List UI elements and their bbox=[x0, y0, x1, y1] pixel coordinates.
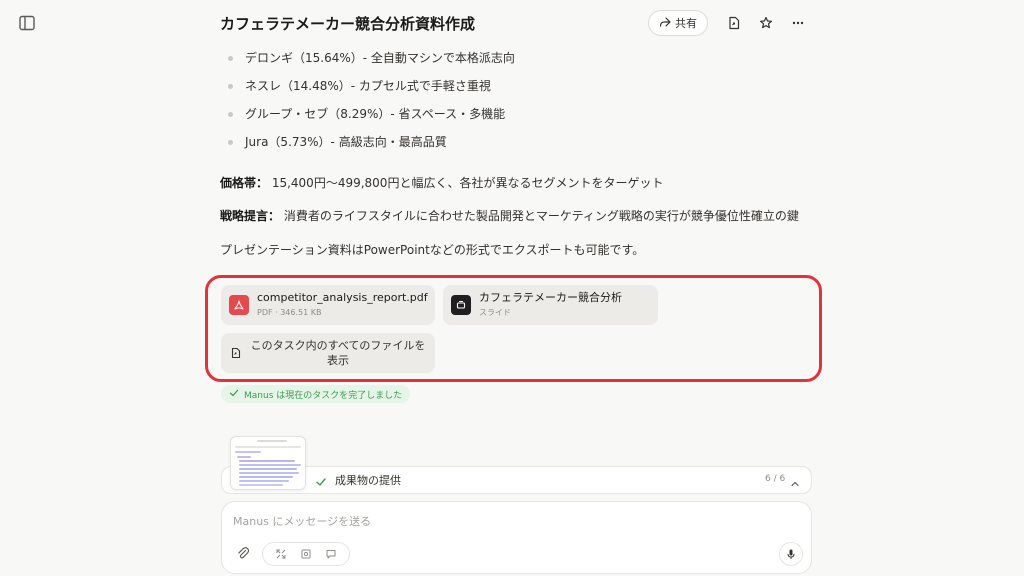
task-completed-badge: Manus は現在のタスクを完了しました bbox=[221, 385, 411, 403]
pdf-file-card[interactable]: competitor_analysis_report.pdf PDF · 346… bbox=[221, 285, 435, 325]
strategy-text: 消費者のライフスタイルに合わせた製品開発とマーケティング戦略の実行が競争優位性確… bbox=[280, 209, 799, 223]
more-options-icon[interactable] bbox=[784, 9, 812, 37]
computer-preview-thumbnail[interactable] bbox=[230, 436, 306, 490]
strategy-paragraph: 戦略提言： 消費者のライフスタイルに合わせた製品開発とマーケティング戦略の実行が… bbox=[220, 207, 812, 225]
share-icon bbox=[659, 16, 671, 31]
view-all-files-button[interactable]: このタスク内のすべてのファイルを表示 bbox=[221, 333, 435, 373]
slide-icon bbox=[451, 295, 471, 315]
brand-list: デロンギ（15.64%）- 全自動マシンで本格派志向 ネスレ（14.48%）- … bbox=[220, 44, 812, 156]
check-icon bbox=[229, 388, 239, 401]
tool-icon[interactable] bbox=[275, 548, 287, 560]
star-icon[interactable] bbox=[752, 9, 780, 37]
progress-step-label: 成果物の提供 bbox=[335, 474, 401, 487]
pdf-icon bbox=[229, 295, 249, 315]
list-item: Jura（5.73%）- 高級志向・最高品質 bbox=[220, 128, 812, 156]
price-text: 15,400円〜499,800円と幅広く、各社が異なるセグメントをターゲット bbox=[268, 176, 664, 190]
export-note: プレゼンテーション資料はPowerPointなどの形式でエクスポートも可能です。 bbox=[220, 243, 645, 257]
file-list-icon bbox=[230, 347, 242, 359]
slide-file-card[interactable]: カフェラテメーカー競合分析 スライド bbox=[443, 285, 658, 325]
file-meta: スライド bbox=[479, 308, 511, 317]
list-item: デロンギ（15.64%）- 全自動マシンで本格派志向 bbox=[220, 44, 812, 72]
file-name: カフェラテメーカー競合分析 bbox=[479, 291, 622, 304]
composer-tool-group bbox=[262, 542, 350, 566]
message-composer bbox=[221, 501, 812, 574]
chat-icon[interactable] bbox=[325, 548, 337, 560]
voice-input-button[interactable] bbox=[779, 542, 803, 566]
file-name: competitor_analysis_report.pdf bbox=[257, 291, 428, 304]
strategy-label: 戦略提言： bbox=[220, 209, 281, 223]
price-range-paragraph: 価格帯： 15,400円〜499,800円と幅広く、各社が異なるセグメントをター… bbox=[220, 174, 812, 192]
share-label: 共有 bbox=[675, 17, 697, 30]
view-all-label: このタスク内のすべてのファイルを表示 bbox=[250, 339, 426, 367]
completed-text: Manus は現在のタスクを完了しました bbox=[244, 390, 403, 401]
file-meta: PDF · 346.51 KB bbox=[257, 308, 322, 317]
puzzle-icon[interactable] bbox=[300, 548, 312, 560]
assistant-message: デロンギ（15.64%）- 全自動マシンで本格派志向 ネスレ（14.48%）- … bbox=[220, 44, 812, 259]
attach-button[interactable] bbox=[233, 544, 253, 564]
message-input[interactable] bbox=[233, 512, 773, 530]
step-complete-check-icon bbox=[315, 473, 327, 492]
progress-count: 6 / 6 bbox=[765, 474, 786, 484]
sidebar-toggle-icon[interactable] bbox=[18, 14, 36, 32]
files-icon[interactable] bbox=[720, 9, 748, 37]
task-header: カフェラテメーカー競合分析資料作成 共有 bbox=[220, 8, 812, 38]
paperclip-icon bbox=[236, 545, 250, 564]
task-progress-bar[interactable] bbox=[221, 466, 812, 494]
price-label: 価格帯： bbox=[220, 176, 269, 190]
task-title: カフェラテメーカー競合分析資料作成 bbox=[220, 14, 476, 33]
chevron-up-icon[interactable] bbox=[790, 474, 800, 493]
share-button[interactable]: 共有 bbox=[648, 10, 708, 36]
list-item: ネスレ（14.48%）- カプセル式で手軽さ重視 bbox=[220, 72, 812, 100]
microphone-icon bbox=[785, 548, 797, 560]
list-item: グループ・セブ（8.29%）- 省スペース・多機能 bbox=[220, 100, 812, 128]
